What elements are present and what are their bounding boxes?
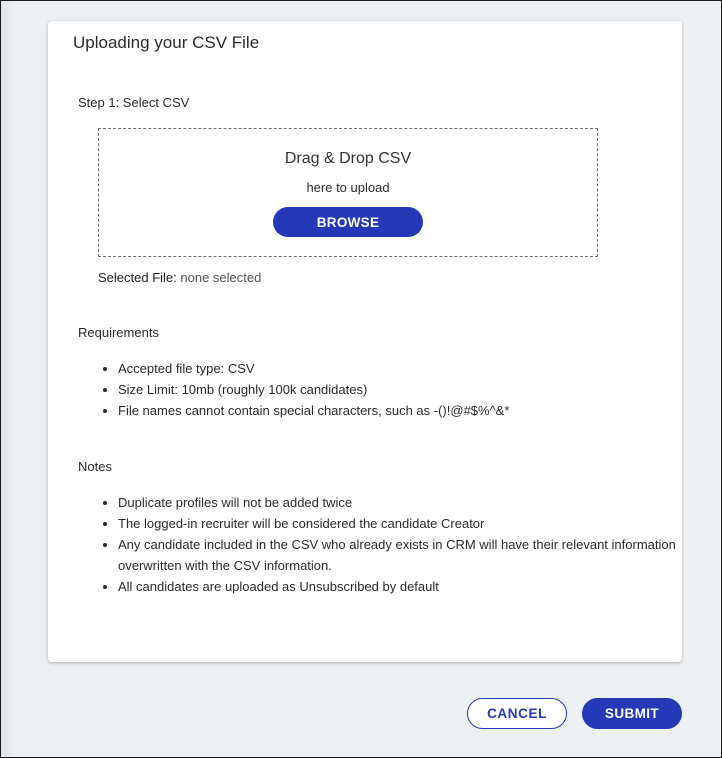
- selected-file: Selected File: none selected: [98, 270, 261, 285]
- list-item: Accepted file type: CSV: [118, 358, 678, 379]
- submit-button[interactable]: SUBMIT: [582, 698, 682, 729]
- step-label: Step 1: Select CSV: [78, 95, 190, 110]
- csv-dropzone[interactable]: Drag & Drop CSV here to upload BROWSE: [98, 128, 598, 257]
- list-item: Size Limit: 10mb (roughly 100k candidate…: [118, 379, 678, 400]
- app-frame: Uploading your CSV File Step 1: Select C…: [0, 0, 722, 758]
- dropzone-subtitle: here to upload: [306, 180, 390, 195]
- notes-heading: Notes: [78, 459, 112, 474]
- dropzone-title: Drag & Drop CSV: [284, 150, 412, 167]
- browse-button[interactable]: BROWSE: [273, 207, 423, 237]
- list-item: Duplicate profiles will not be added twi…: [118, 492, 678, 513]
- requirements-list: Accepted file type: CSV Size Limit: 10mb…: [100, 358, 678, 421]
- selected-file-value: none selected: [180, 270, 262, 285]
- cancel-button[interactable]: CANCEL: [467, 698, 567, 729]
- list-item: The logged-in recruiter will be consider…: [118, 513, 678, 534]
- selected-file-label: Selected File:: [98, 270, 177, 285]
- dialog-title: Uploading your CSV File: [73, 33, 260, 52]
- upload-dialog-card: Uploading your CSV File Step 1: Select C…: [48, 21, 682, 662]
- list-item: File names cannot contain special charac…: [118, 400, 678, 421]
- list-item: All candidates are uploaded as Unsubscri…: [118, 576, 678, 597]
- list-item: Any candidate included in the CSV who al…: [118, 534, 678, 576]
- requirements-heading: Requirements: [78, 325, 159, 340]
- notes-list: Duplicate profiles will not be added twi…: [100, 492, 678, 597]
